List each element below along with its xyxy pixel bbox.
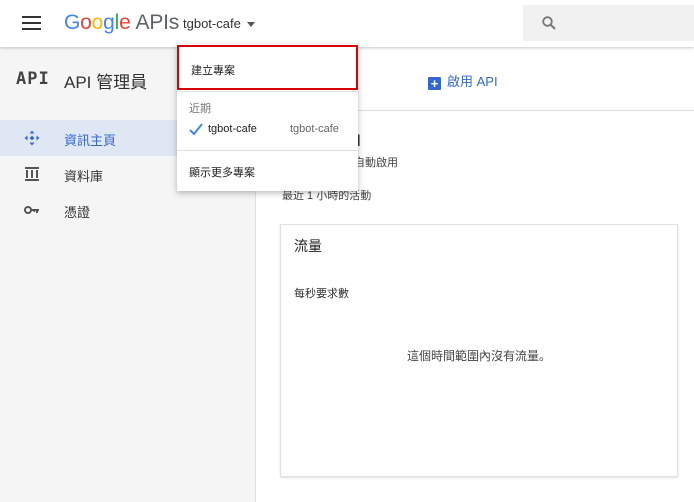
logo-suffix: APIs (135, 11, 180, 34)
search-input[interactable] (523, 5, 694, 41)
create-project-menu-item[interactable]: 建立專案 (177, 45, 358, 90)
enable-api-button[interactable]: + 啟用 API (428, 71, 498, 90)
logo-letter: G (64, 11, 81, 34)
sidebar-item-credentials[interactable]: 憑證 (0, 192, 255, 228)
recent-project-name: tgbot-cafe (208, 123, 257, 135)
plus-icon: + (428, 77, 441, 90)
check-icon (189, 123, 203, 136)
google-apis-logo[interactable]: Google APIs (64, 11, 179, 35)
divider (177, 91, 358, 92)
recent-project-id: tgbot-cafe (290, 123, 339, 135)
top-app-bar: Google APIs tgbot-cafe (0, 0, 694, 47)
caret-down-icon (246, 22, 255, 28)
sidebar-item-label: 資訊主頁 (64, 133, 117, 148)
logo-letter: o (91, 11, 104, 34)
key-icon (24, 206, 39, 214)
logo-letter: o (80, 11, 92, 34)
sidebar-title: API 管理員 (64, 73, 148, 92)
enable-api-label: 啟用 API (447, 74, 498, 89)
project-name: tgbot-cafe (183, 16, 241, 31)
search-icon (542, 16, 556, 30)
divider (177, 150, 358, 151)
traffic-card: 流量 每秒要求數 這個時間範圍內沒有流量。 (280, 224, 678, 477)
library-icon (25, 167, 39, 181)
dashboard-icon (24, 130, 40, 146)
show-more-projects-menu-item[interactable]: 顯示更多專案 (189, 164, 255, 180)
sidebar-item-label: 憑證 (64, 205, 91, 220)
create-project-label: 建立專案 (191, 65, 235, 77)
page: Google APIs tgbot-cafe API API 管理員 資訊主頁 … (0, 0, 694, 502)
logo-letter: e (119, 11, 131, 34)
hamburger-menu-icon[interactable] (22, 16, 41, 30)
sidebar-item-label: 資料庫 (64, 169, 104, 184)
project-dropdown-menu: 建立專案 近期 tgbot-cafe tgbot-cafe 顯示更多專案 (177, 44, 358, 191)
recent-section-label: 近期 (189, 103, 211, 115)
logo-letter: g (103, 11, 115, 34)
metric-label: 每秒要求數 (294, 288, 349, 300)
project-selector[interactable]: tgbot-cafe (183, 16, 255, 31)
sidebar-header: API API 管理員 (16, 69, 147, 92)
recent-project-item[interactable]: tgbot-cafe tgbot-cafe (177, 118, 358, 142)
card-title: 流量 (294, 238, 322, 254)
api-logo-icon: API (16, 69, 50, 89)
empty-state-message: 這個時間範圍內沒有流量。 (406, 349, 551, 363)
